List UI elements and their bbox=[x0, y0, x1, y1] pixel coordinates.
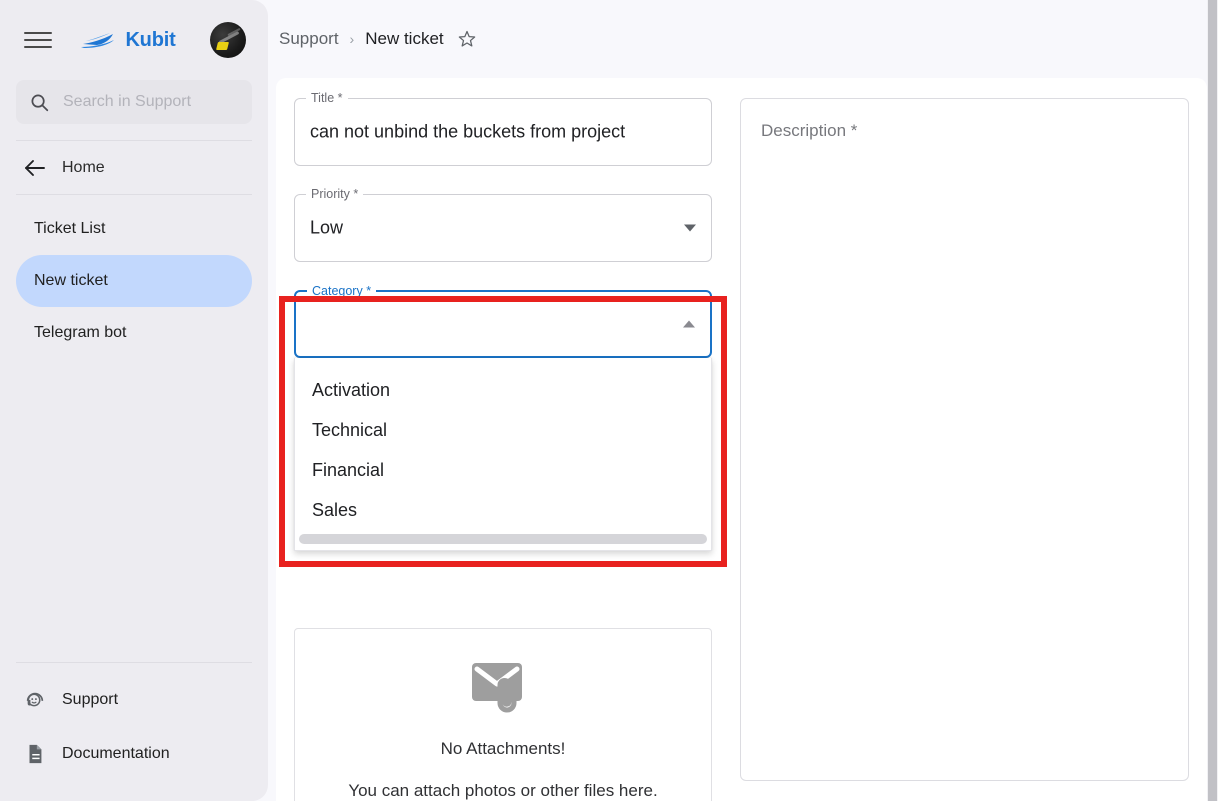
breadcrumb-root[interactable]: Support bbox=[279, 29, 339, 49]
brand-name: Kubit bbox=[125, 28, 176, 51]
breadcrumb-current[interactable]: New ticket bbox=[365, 29, 443, 49]
star-outline-icon[interactable] bbox=[457, 29, 477, 49]
title-field[interactable]: Title * can not unbind the buckets from … bbox=[294, 91, 712, 166]
page-scrollbar[interactable] bbox=[1207, 0, 1218, 801]
breadcrumb-separator-icon: › bbox=[349, 31, 355, 47]
sidebar-nav: Ticket List New ticket Telegram bot bbox=[0, 195, 268, 359]
dropdown-horizontal-scrollbar[interactable] bbox=[299, 534, 707, 544]
search-input-wrapper[interactable] bbox=[16, 80, 252, 124]
priority-select-value: Low bbox=[310, 217, 344, 238]
description-field[interactable]: Description * bbox=[740, 98, 1189, 781]
chevron-up-icon[interactable] bbox=[683, 320, 695, 328]
sidebar-item-ticket-list-label: Ticket List bbox=[34, 220, 106, 237]
priority-select[interactable]: Priority * Low bbox=[294, 187, 712, 262]
breadcrumb: Support › New ticket bbox=[268, 0, 1218, 78]
sidebar: Kubit Search in Support Home Ticket List… bbox=[0, 0, 268, 801]
sidebar-item-home-label: Home bbox=[62, 158, 105, 176]
sidebar-item-home[interactable]: Home bbox=[0, 141, 268, 194]
category-option-sales[interactable]: Sales bbox=[295, 490, 711, 530]
category-option-financial[interactable]: Financial bbox=[295, 450, 711, 490]
title-field-label: Title * bbox=[306, 91, 348, 106]
chevron-down-icon[interactable] bbox=[684, 224, 696, 232]
attachments-dropzone[interactable]: No Attachments! You can attach photos or… bbox=[294, 628, 712, 801]
sidebar-item-ticket-list[interactable]: Ticket List bbox=[16, 203, 252, 255]
sidebar-item-support[interactable]: Support bbox=[0, 673, 268, 727]
brand-logo[interactable]: Kubit bbox=[80, 28, 176, 52]
sidebar-divider-bottom bbox=[16, 662, 252, 663]
category-select-label: Category * bbox=[307, 284, 377, 299]
speedboat-icon bbox=[80, 30, 118, 50]
category-field-wrapper: Category * Activation Technical Financia… bbox=[294, 284, 712, 551]
priority-select-label: Priority * bbox=[306, 187, 364, 202]
sidebar-item-new-ticket[interactable]: New ticket bbox=[16, 255, 252, 307]
sidebar-item-telegram-bot[interactable]: Telegram bot bbox=[16, 307, 252, 359]
email-attachment-icon bbox=[470, 657, 536, 717]
category-option-technical-label: Technical bbox=[312, 419, 388, 440]
hamburger-icon[interactable] bbox=[24, 29, 52, 51]
avatar[interactable] bbox=[209, 22, 246, 58]
search-input[interactable] bbox=[61, 92, 238, 112]
attachments-title: No Attachments! bbox=[440, 739, 566, 758]
column-gap bbox=[712, 98, 740, 801]
category-options-dropdown: Activation Technical Financial Sales bbox=[294, 358, 712, 551]
sidebar-item-telegram-bot-label: Telegram bot bbox=[34, 324, 127, 341]
app-root: Kubit Search in Support Home Ticket List… bbox=[0, 0, 1218, 801]
form-right-column: Description * bbox=[740, 98, 1189, 801]
headset-icon bbox=[24, 689, 46, 711]
sidebar-header: Kubit bbox=[0, 0, 268, 80]
category-option-technical[interactable]: Technical bbox=[295, 410, 711, 450]
ticket-form-card: Title * can not unbind the buckets from … bbox=[276, 78, 1207, 801]
sidebar-item-new-ticket-label: New ticket bbox=[34, 272, 108, 289]
title-field-value: can not unbind the buckets from project bbox=[310, 121, 626, 142]
description-field-label: Description * bbox=[761, 121, 858, 140]
main-area: Support › New ticket Title * can not unb… bbox=[268, 0, 1218, 801]
arrow-left-icon bbox=[24, 159, 46, 177]
form-left-column: Title * can not unbind the buckets from … bbox=[279, 91, 727, 801]
page-scrollbar-thumb[interactable] bbox=[1208, 0, 1217, 801]
category-select[interactable]: Category * bbox=[294, 284, 712, 358]
category-option-activation[interactable]: Activation bbox=[295, 370, 711, 410]
category-option-activation-label: Activation bbox=[312, 379, 391, 400]
search-icon bbox=[30, 93, 49, 112]
category-option-sales-label: Sales bbox=[312, 499, 358, 520]
sidebar-item-documentation[interactable]: Documentation bbox=[0, 727, 268, 781]
sidebar-item-support-label: Support bbox=[62, 691, 119, 708]
attachments-subtitle: You can attach photos or other files her… bbox=[348, 781, 658, 800]
document-icon bbox=[24, 743, 46, 765]
sidebar-item-documentation-label: Documentation bbox=[62, 745, 170, 762]
category-option-financial-label: Financial bbox=[312, 459, 385, 480]
